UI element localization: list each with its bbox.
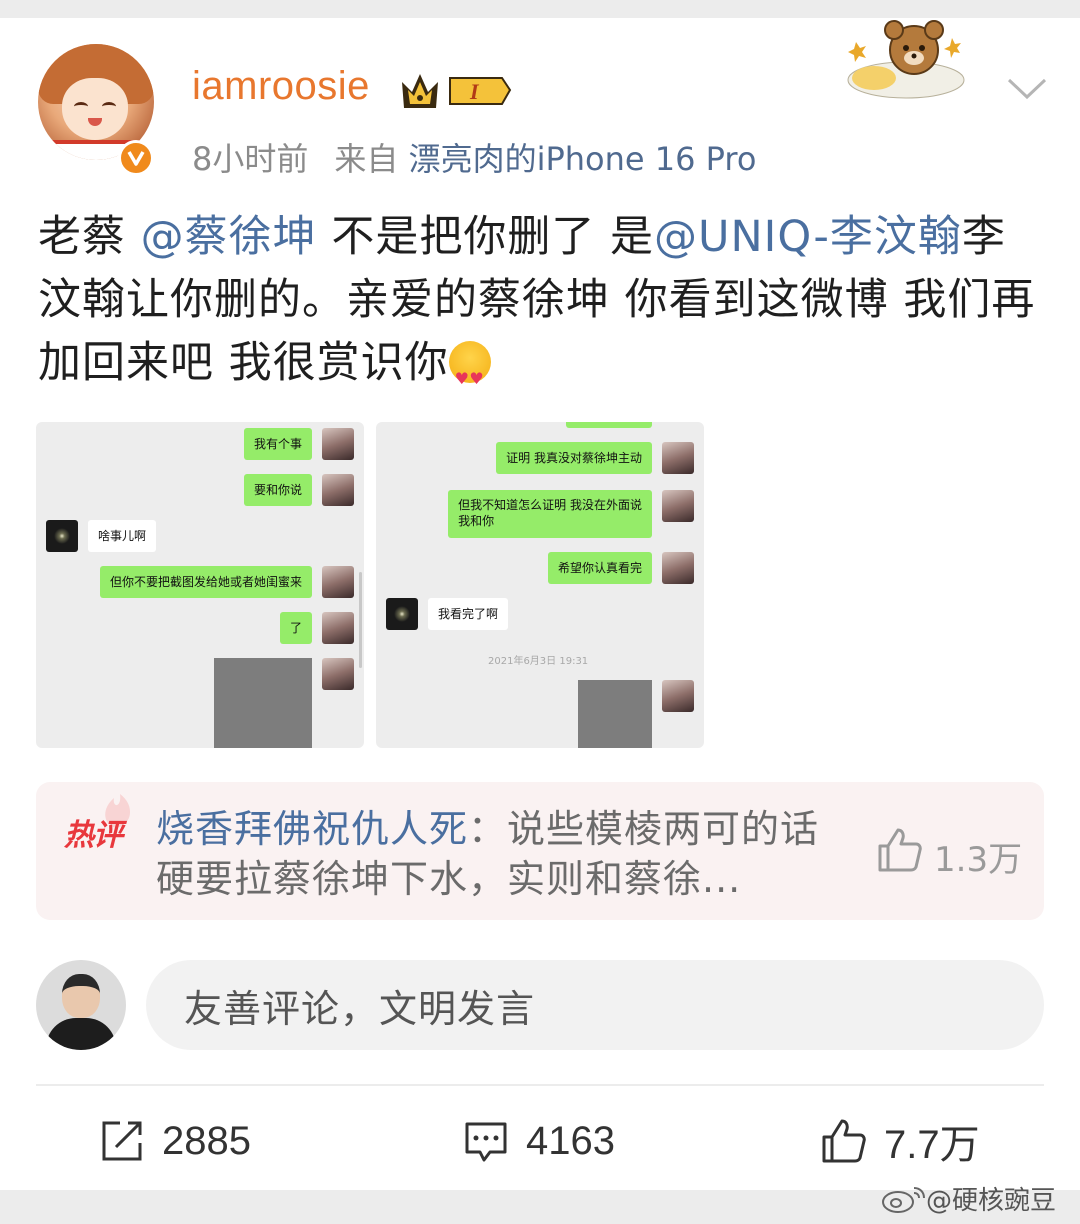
like-count: 7.7万 bbox=[884, 1123, 980, 1167]
divider bbox=[36, 1084, 1044, 1086]
image-placeholder bbox=[214, 658, 312, 748]
hot-comment-tag: 热评 bbox=[64, 818, 123, 853]
chevron-down-icon[interactable] bbox=[1006, 76, 1048, 102]
chat-avatar bbox=[322, 428, 354, 460]
chat-avatar bbox=[322, 474, 354, 506]
repost-icon bbox=[102, 1121, 142, 1161]
chat-bubble: 了 bbox=[279, 612, 312, 644]
chat-avatar bbox=[662, 552, 694, 584]
mention-link[interactable]: @蔡徐坤 bbox=[141, 212, 317, 262]
scrollbar bbox=[359, 572, 362, 668]
chat-avatar bbox=[662, 442, 694, 474]
post-text-part1: 老蔡 bbox=[38, 212, 141, 262]
chat-avatar bbox=[322, 612, 354, 644]
image-placeholder bbox=[578, 680, 652, 748]
source-device-link[interactable]: 漂亮肉的iPhone 16 Pro bbox=[409, 140, 757, 178]
hot-comment-likes: 1.3万 bbox=[934, 840, 1023, 880]
repost-button[interactable]: 2885 bbox=[100, 1116, 251, 1166]
post-meta: 8小时前 来自 漂亮肉的iPhone 16 Pro bbox=[192, 134, 756, 180]
chat-avatar bbox=[322, 566, 354, 598]
chat-avatar bbox=[322, 658, 354, 690]
chat-bubble-partial bbox=[566, 422, 652, 428]
post-text: 老蔡 @蔡徐坤 不是把你删了 是@UNIQ-李汶翰李汶翰让你删的。亲爱的蔡徐坤 … bbox=[38, 206, 1048, 410]
chat-bubble: 但你不要把截图发给她或者她闺蜜来 bbox=[99, 566, 312, 598]
hot-comment-separator: ： bbox=[468, 807, 508, 851]
comment-icon bbox=[465, 1122, 507, 1162]
post-time: 8小时前 bbox=[192, 140, 309, 178]
hot-comment-text: 烧香拜佛祝仇人死：说些模棱两可的话硬要拉蔡徐坤下水，实则和蔡徐... bbox=[156, 804, 846, 904]
repost-count: 2885 bbox=[162, 1118, 251, 1163]
heart-eyes-emoji-icon bbox=[448, 341, 491, 410]
comment-input[interactable]: 友善评论，文明发言 bbox=[146, 960, 1044, 1050]
chat-bubble: 证明 我真没对蔡徐坤主动 bbox=[496, 442, 652, 474]
hot-comment-author[interactable]: 烧香拜佛祝仇人死 bbox=[156, 807, 468, 851]
post-text-part2: 不是把你删了 是 bbox=[316, 212, 655, 262]
crown-level-icon: I bbox=[402, 74, 512, 108]
author-username[interactable]: iamroosie bbox=[192, 64, 370, 109]
verified-badge-icon bbox=[118, 140, 154, 176]
level-badge-text: I bbox=[469, 79, 480, 104]
chat-avatar bbox=[46, 520, 78, 552]
weibo-logo-icon bbox=[882, 1186, 925, 1213]
thumbs-up-icon[interactable] bbox=[876, 826, 922, 874]
chat-bubble-multiline: 但我不知道怎么证明 我没在外面说 我和你 bbox=[448, 490, 652, 538]
like-button[interactable]: 7.7万 bbox=[820, 1116, 980, 1167]
chat-bubble-line: 但我不知道怎么证明 我没在外面说 bbox=[458, 498, 642, 512]
chat-bubble-line: 我和你 bbox=[458, 514, 495, 528]
chat-screenshot-2[interactable]: 证明 我真没对蔡徐坤主动 但我不知道怎么证明 我没在外面说 我和你 希望你认真看… bbox=[376, 422, 704, 748]
current-user-avatar[interactable] bbox=[36, 960, 126, 1050]
mention-link[interactable]: @UNIQ-李汶翰 bbox=[654, 212, 962, 262]
chat-bubble: 希望你认真看完 bbox=[547, 552, 652, 584]
thumbs-up-icon bbox=[822, 1119, 866, 1163]
watermark-text: @硬核豌豆 bbox=[926, 1186, 1057, 1216]
chat-timestamp: 2021年6月3日 19:31 bbox=[488, 656, 589, 667]
comment-button[interactable]: 4163 bbox=[464, 1116, 615, 1166]
chat-screenshot-1[interactable]: 我有个事 要和你说 啥事儿啊 但你不要把截图发给她或者她闺蜜来 了 bbox=[36, 422, 364, 748]
bear-decoration-icon bbox=[847, 20, 965, 99]
watermark: @硬核豌豆 bbox=[880, 1180, 1056, 1217]
chat-avatar bbox=[386, 598, 418, 630]
chat-bubble: 我看完了啊 bbox=[428, 598, 509, 630]
chat-bubble: 啥事儿啊 bbox=[88, 520, 157, 552]
chat-bubble: 我有个事 bbox=[243, 428, 312, 460]
chat-bubble: 要和你说 bbox=[243, 474, 312, 506]
comment-count: 4163 bbox=[526, 1118, 615, 1163]
chat-avatar bbox=[662, 680, 694, 712]
chat-avatar bbox=[662, 490, 694, 522]
source-prefix: 来自 bbox=[334, 140, 399, 178]
